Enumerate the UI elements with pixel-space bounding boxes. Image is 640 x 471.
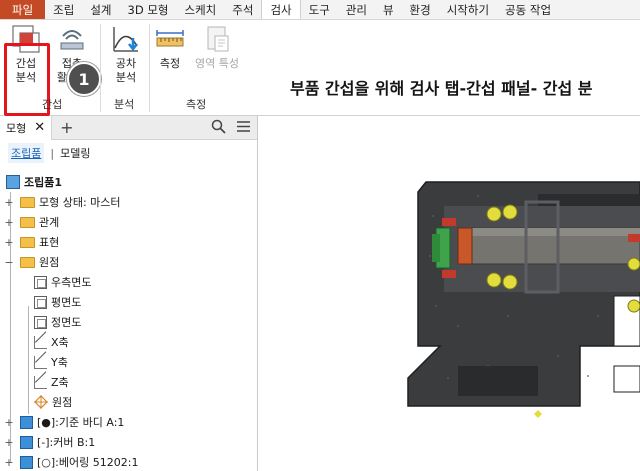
tree-node-center-point[interactable]: 원점: [34, 392, 72, 412]
point-icon: [34, 395, 48, 409]
panel-label-interference: 간섭: [42, 98, 63, 111]
axis-icon: [34, 355, 47, 369]
axis-icon: [34, 335, 47, 349]
close-icon[interactable]: ✕: [34, 120, 45, 135]
collapse-icon[interactable]: −: [4, 256, 14, 269]
tab-tools[interactable]: 도구: [301, 0, 338, 19]
measure-button[interactable]: 측정: [155, 24, 185, 71]
tab-environment[interactable]: 환경: [402, 0, 439, 19]
measure-label: 측정: [159, 57, 181, 70]
tree-node-yz-plane[interactable]: 우측면도: [34, 272, 91, 292]
region-properties-label: 영역 특성: [195, 57, 239, 70]
region-properties-button[interactable]: 영역 특성: [190, 24, 244, 71]
search-icon[interactable]: [211, 119, 226, 134]
tab-3d-model[interactable]: 3D 모형: [120, 0, 177, 19]
ribbon-tab-bar: 파일 조립 설계 3D 모형 스케치 주석 검사 도구 관리 뷰 환경 시작하기…: [0, 0, 640, 20]
add-tab-icon[interactable]: +: [60, 118, 73, 137]
tab-sketch[interactable]: 스케치: [177, 0, 225, 19]
tab-assemble[interactable]: 조립: [45, 0, 82, 19]
mode-assembly[interactable]: 조립품: [8, 143, 45, 163]
mode-separator: |: [50, 146, 55, 160]
axis-icon: [34, 375, 47, 389]
tolerance-analysis-icon: [111, 24, 141, 54]
tree-node-base-body[interactable]: + [●]:기준 바디 A:1: [4, 412, 124, 432]
folder-icon: [20, 216, 35, 228]
tree-guide-line: [28, 306, 29, 414]
tree-node-assembly-root[interactable]: 조립품1: [6, 172, 62, 192]
tree-node-xy-plane[interactable]: 정면도: [34, 312, 81, 332]
expand-icon[interactable]: +: [4, 236, 14, 249]
graphics-window[interactable]: [258, 116, 640, 471]
tolerance-analysis-label: 공차 분석: [115, 57, 137, 84]
menu-icon[interactable]: [236, 120, 251, 133]
tree-node-x-axis[interactable]: X축: [34, 332, 69, 352]
folder-icon: [20, 196, 35, 208]
ribbon-panel-area: 간섭 분석 접촉 활성화 1 간섭: [0, 20, 640, 116]
model-browser: 모형 ✕ + 조립품 | 모델링 조립품1 + 모형 상태: 마스터 + 관계 …: [0, 116, 258, 471]
tolerance-analysis-button[interactable]: 공차 분석: [108, 24, 144, 85]
tab-design[interactable]: 설계: [82, 0, 119, 19]
panel-label-measure: 측정: [186, 98, 207, 111]
tree-node-origin-folder[interactable]: − 원점: [4, 252, 59, 272]
tree-node-representations[interactable]: + 표현: [4, 232, 59, 252]
expand-icon[interactable]: +: [4, 416, 14, 429]
expand-icon[interactable]: +: [4, 216, 14, 229]
contact-activation-icon: [57, 24, 87, 54]
tree-node-xz-plane[interactable]: 평면도: [34, 292, 81, 312]
ruler-icon: [155, 24, 185, 54]
representations-icon: [20, 236, 35, 248]
part-icon: [20, 455, 33, 469]
assembly-icon: [6, 175, 20, 189]
part-icon: [20, 435, 33, 449]
expand-icon[interactable]: +: [4, 456, 14, 469]
tab-inspect[interactable]: 검사: [261, 0, 301, 19]
panel-label-analysis: 분석: [114, 98, 135, 111]
tab-manage[interactable]: 관리: [338, 0, 375, 19]
tab-annotate[interactable]: 주석: [224, 0, 261, 19]
browser-toolbar: [211, 119, 251, 134]
folder-open-icon: [20, 256, 35, 268]
model-tree: 조립품1 + 모형 상태: 마스터 + 관계 + 표현 − 원점 우측면도 평면…: [0, 166, 257, 471]
expand-icon[interactable]: +: [4, 436, 14, 449]
app-window: { "menu_tabs": [ {"label": "파일"}, {"labe…: [0, 0, 640, 471]
tree-node-y-axis[interactable]: Y축: [34, 352, 68, 372]
region-properties-icon: [202, 24, 232, 54]
tree-node-bearing[interactable]: + [○]:베어링 51202:1: [4, 452, 138, 471]
panel-separator: [149, 24, 150, 112]
tab-get-started[interactable]: 시작하기: [439, 0, 497, 19]
tab-file[interactable]: 파일: [0, 0, 46, 19]
tab-model[interactable]: 모형 ✕: [0, 116, 53, 140]
plane-icon: [34, 275, 47, 289]
tab-collaborate[interactable]: 공동 작업: [497, 0, 559, 19]
tree-node-z-axis[interactable]: Z축: [34, 372, 69, 392]
tree-node-model-state[interactable]: + 모형 상태: 마스터: [4, 192, 120, 212]
browser-mode-bar: 조립품 | 모델링: [0, 140, 257, 166]
assembly-section-view: [407, 181, 640, 418]
step-badge: 1: [67, 62, 101, 96]
browser-tab-bar: 모형 ✕ +: [0, 116, 257, 140]
plane-icon: [34, 295, 47, 309]
part-icon: [20, 415, 33, 429]
mode-modeling[interactable]: 모델링: [60, 145, 90, 161]
expand-icon[interactable]: +: [4, 196, 14, 209]
tab-view[interactable]: 뷰: [375, 0, 402, 19]
instruction-text: 부품 간섭을 위해 검사 탭-간섭 패널- 간섭 분: [290, 79, 593, 98]
tree-node-cover[interactable]: + [-]:커버 B:1: [4, 432, 95, 452]
plane-icon: [34, 315, 47, 329]
tab-model-label: 모형: [6, 121, 27, 135]
panel-separator: [100, 24, 101, 112]
tree-node-relationships[interactable]: + 관계: [4, 212, 59, 232]
